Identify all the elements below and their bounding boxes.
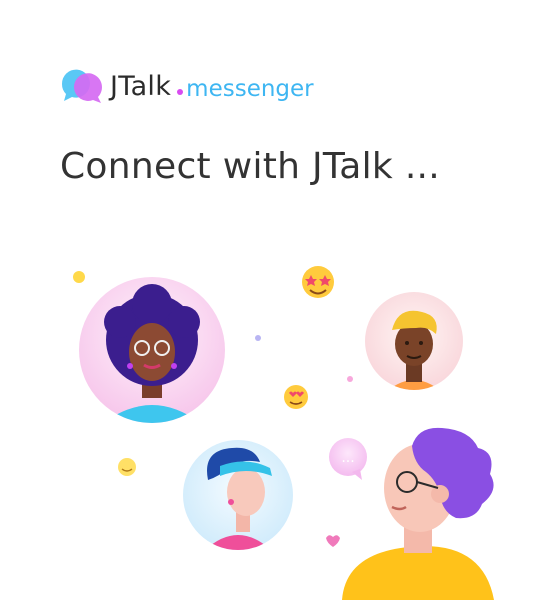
avatar-woman-glasses <box>79 277 225 423</box>
brand: JTalk messenger <box>58 64 314 108</box>
decor-dot <box>255 335 261 341</box>
small-emoji-icon <box>73 271 85 283</box>
smile-emoji-icon <box>118 458 136 476</box>
connect-illustration: ... <box>73 266 494 600</box>
decor-dot <box>347 376 353 382</box>
chat-bubble-text: ... <box>341 450 354 466</box>
brand-dot <box>177 89 184 95</box>
avatar-woman-headband <box>183 440 293 550</box>
page-title: Connect with JTalk ... <box>60 146 441 187</box>
brand-name: JTalk <box>110 70 172 102</box>
star-eyes-emoji-icon <box>302 266 334 298</box>
heart-eyes-emoji-icon <box>284 385 308 409</box>
brand-suffix: messenger <box>186 76 314 102</box>
jtalk-logo-icon <box>58 66 104 106</box>
heart-icon <box>326 535 340 547</box>
chat-bubble-icon: ... <box>329 438 367 480</box>
avatar-blond-man <box>365 292 463 390</box>
